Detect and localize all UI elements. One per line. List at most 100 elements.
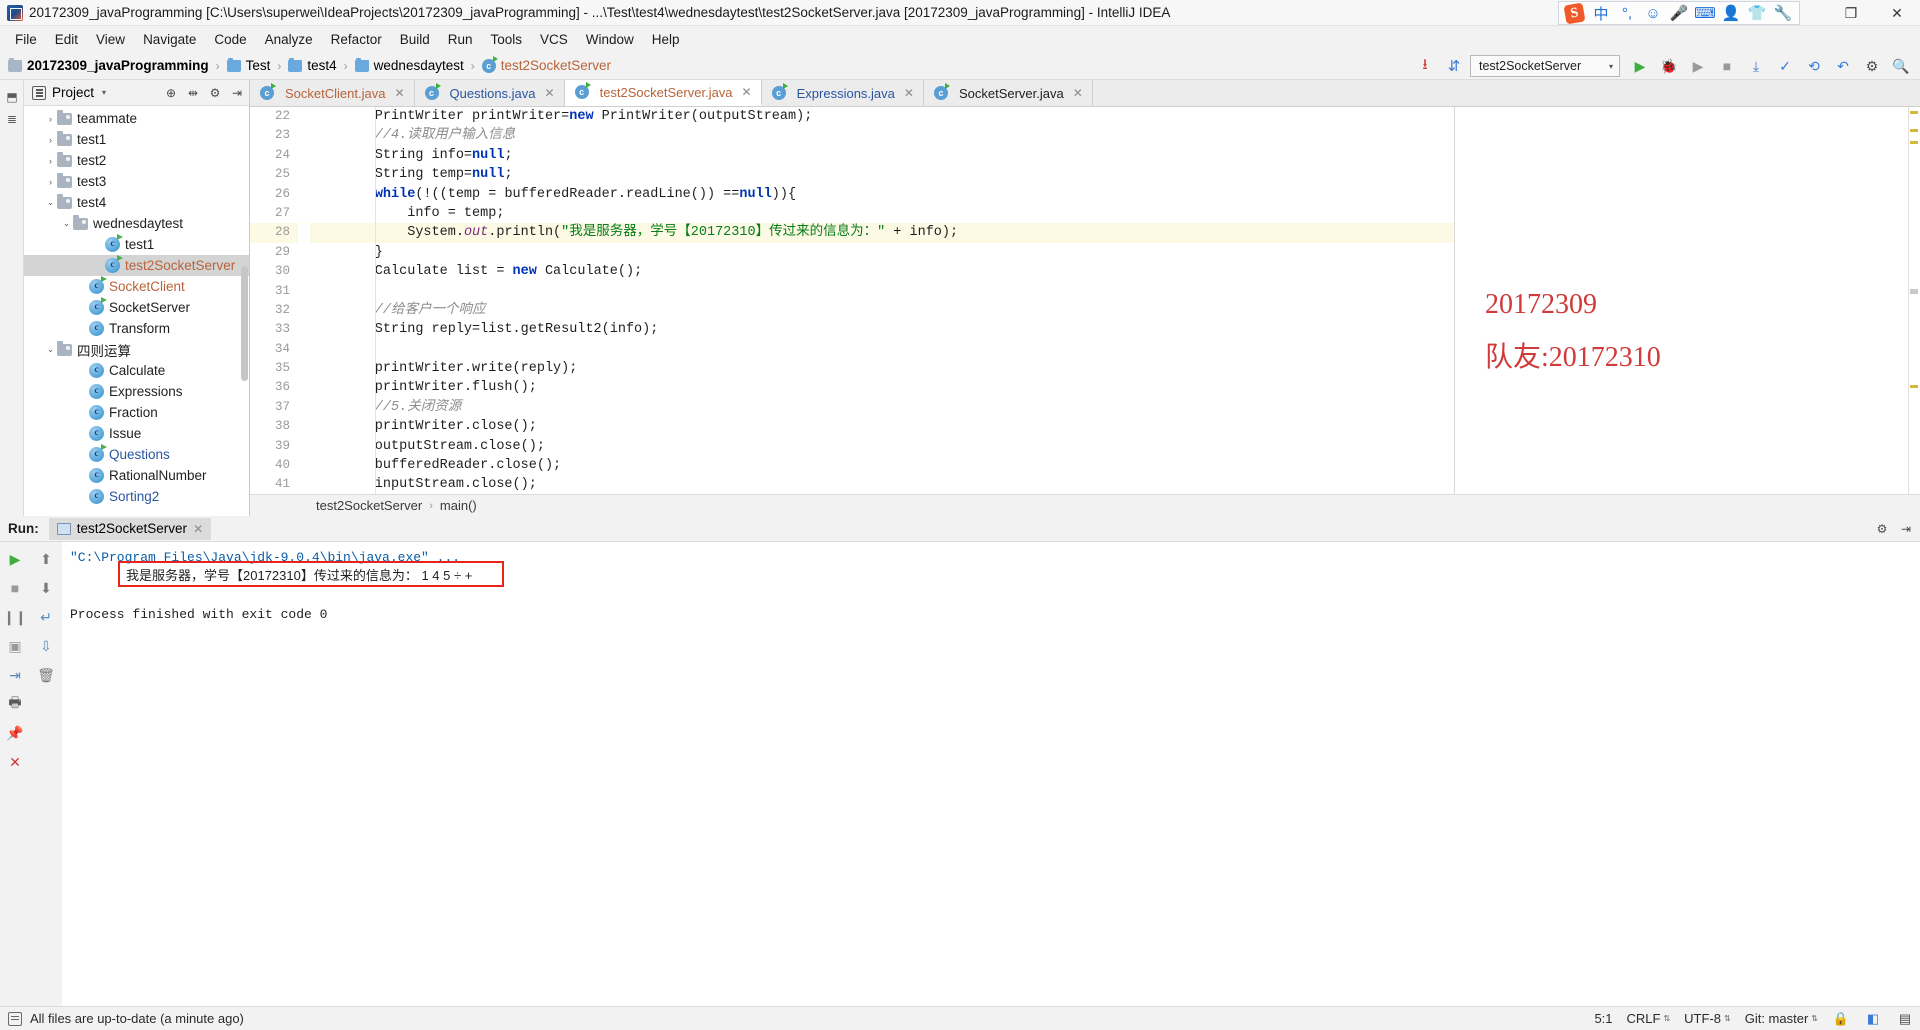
close-icon[interactable]: ✕ [545,86,555,100]
sogou-logo-icon[interactable]: S [1562,1,1586,25]
warning-marker[interactable] [1910,141,1918,144]
tree-item-sorting2[interactable]: ›Sorting2 [24,486,249,507]
project-tree[interactable]: › teammate › test1 › test2 › test3 ⌄ test4 ⌄ wednes… [24,106,249,516]
menu-item-run[interactable]: Run [439,29,482,50]
editor-tab-socketserver-java[interactable]: c SocketServer.java ✕ [923,80,1093,106]
chevron-right-icon[interactable]: › [44,135,57,145]
lock-icon[interactable]: 🔒 [1832,1010,1850,1028]
scroll-from-source-icon[interactable]: ⊕ [161,83,181,103]
menu-item-code[interactable]: Code [205,29,255,50]
editor-tab-test2socketserver-java[interactable]: c test2SocketServer.java ✕ [564,80,762,106]
breadcrumb-item-wednesdaytest[interactable]: wednesdaytest [354,57,464,73]
soft-wrap-icon[interactable]: ↵ [33,604,59,630]
caret-position[interactable]: 5:1 [1594,1011,1612,1026]
menu-item-window[interactable]: Window [577,29,643,50]
git-branch-widget[interactable]: Git: master ⇅ [1745,1011,1818,1026]
run-configuration-selector[interactable]: test2SocketServer ▾ [1470,55,1620,77]
menu-item-navigate[interactable]: Navigate [134,29,205,50]
editor-tab-questions-java[interactable]: c Questions.java ✕ [414,80,565,106]
breadcrumb-item-test[interactable]: Test [226,57,270,73]
breadcrumb-item-test4[interactable]: test4 [288,57,337,73]
stop-icon[interactable]: ■ [2,575,28,601]
menu-item-tools[interactable]: Tools [482,29,532,50]
update-project-icon[interactable]: ⭳ [1412,54,1438,78]
print-icon[interactable]: 🖶 [2,691,28,717]
close-icon[interactable]: ✕ [193,522,203,536]
event-log-icon[interactable]: ◧ [1864,1010,1882,1028]
settings-icon[interactable]: ⚙ [205,83,225,103]
ime-skin-icon[interactable]: 👕 [1744,2,1770,24]
tree-item-calculate[interactable]: ›Calculate [24,360,249,381]
rail-structure-icon[interactable]: ≣ [0,108,24,130]
tree-item-test1[interactable]: ›test1 [24,234,249,255]
ime-emoji-icon[interactable]: ☺ [1640,2,1666,24]
export-icon[interactable]: ⇥ [2,662,28,688]
breadcrumb-item-test2socketserver[interactable]: c test2SocketServer [481,55,611,73]
menu-item-edit[interactable]: Edit [46,29,87,50]
run-with-coverage-icon[interactable]: ▶ [1685,54,1711,78]
encoding-widget[interactable]: UTF-8 ⇅ [1684,1011,1731,1026]
warning-marker[interactable] [1910,385,1918,388]
tree-item-socketclient[interactable]: ›SocketClient [24,276,249,297]
close-icon[interactable]: ✕ [2,749,28,775]
chevron-down-icon[interactable]: ⌄ [44,197,57,208]
vcs-commit-icon[interactable]: ✓ [1772,54,1798,78]
vcs-history-icon[interactable]: ⟲ [1801,54,1827,78]
tree-item-fraction[interactable]: ›Fraction [24,402,249,423]
tree-item-test2socketserver[interactable]: ›test2SocketServer [24,255,249,276]
collapse-all-icon[interactable]: ⇹ [183,83,203,103]
editor-tab-socketclient-java[interactable]: c SocketClient.java ✕ [250,80,415,106]
clear-all-icon[interactable]: 🗑 [33,662,59,688]
change-marker[interactable] [1910,289,1918,294]
vcs-update-icon[interactable]: ⤓ [1743,54,1769,78]
scroll-up-icon[interactable]: ⬆ [33,546,59,572]
warning-marker[interactable] [1910,129,1918,132]
line-separator-widget[interactable]: CRLF ⇅ [1627,1011,1671,1026]
breadcrumb-class[interactable]: test2SocketServer [316,498,422,513]
menu-item-refactor[interactable]: Refactor [322,29,391,50]
close-icon[interactable]: ✕ [394,86,404,100]
settings-icon[interactable]: ⚙ [1872,519,1892,539]
ime-punctuation-icon[interactable]: °, [1614,2,1640,24]
close-window-button[interactable]: ✕ [1874,0,1920,26]
ime-soft-keyboard-icon[interactable]: ⌨ [1692,2,1718,24]
warning-marker[interactable] [1910,111,1918,114]
run-tab[interactable]: test2SocketServer ✕ [48,517,212,540]
pause-icon[interactable]: ❙❙ [2,604,28,630]
menu-item-vcs[interactable]: VCS [531,29,577,50]
tree-item-issue[interactable]: ›Issue [24,423,249,444]
tree-item-questions[interactable]: ›Questions [24,444,249,465]
tree-item-expressions[interactable]: ›Expressions [24,381,249,402]
debug-icon[interactable]: 🐞 [1656,54,1682,78]
tree-item-test4[interactable]: ⌄ test4 [24,192,249,213]
rail-project-icon[interactable]: ⬒ [0,86,24,108]
ime-voice-input-icon[interactable]: 🎤 [1666,2,1692,24]
console-output[interactable]: "C:\Program Files\Java\jdk-9.0.4\bin\jav… [62,542,1920,1006]
tree-item-四则运算[interactable]: ⌄ 四则运算 [24,339,249,360]
rerun-icon[interactable]: ▶ [2,546,28,572]
chevron-right-icon[interactable]: › [44,177,57,187]
commit-icon[interactable]: ⇵ [1441,54,1467,78]
tree-item-rationalnumber[interactable]: ›RationalNumber [24,465,249,486]
search-everywhere-icon[interactable]: 🔍 [1888,54,1914,78]
code-viewport[interactable]: 22 23 24 25 26 27 28 29 30 31 32 33 34 35 36 37 38 39 40 41… [250,107,1920,494]
close-icon[interactable]: ✕ [1073,86,1083,100]
tree-item-test2[interactable]: › test2 [24,150,249,171]
chevron-down-icon[interactable]: ⌄ [60,218,73,229]
dump-threads-icon[interactable]: ▣ [2,633,28,659]
breadcrumb-item-20172309-javaprogramming[interactable]: 20172309_javaProgramming [8,57,209,73]
close-icon[interactable]: ✕ [742,85,752,99]
menu-item-view[interactable]: View [87,29,134,50]
tree-item-wednesdaytest[interactable]: ⌄ wednesdaytest [24,213,249,234]
breadcrumb-method[interactable]: main() [440,498,477,513]
chevron-down-icon[interactable]: ⌄ [44,344,57,355]
menu-item-help[interactable]: Help [643,29,689,50]
chevron-right-icon[interactable]: › [44,156,57,166]
pin-icon[interactable]: 📌 [2,720,28,746]
memory-icon[interactable]: ▤ [1896,1010,1914,1028]
editor-marker-bar[interactable] [1908,107,1920,494]
restore-window-button[interactable]: ❐ [1828,0,1874,26]
tree-item-teammate[interactable]: › teammate [24,108,249,129]
menu-item-analyze[interactable]: Analyze [256,29,322,50]
tree-item-test1[interactable]: ›test1 [24,129,249,150]
